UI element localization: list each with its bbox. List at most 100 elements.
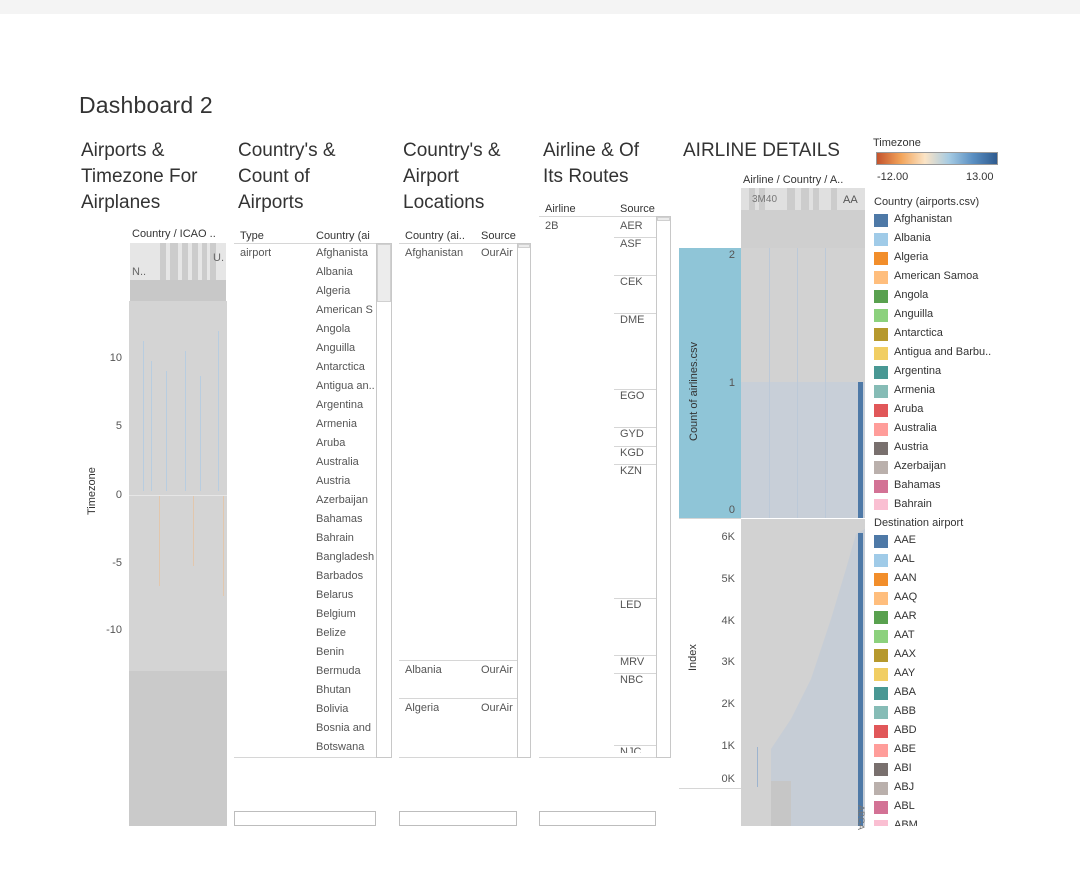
destination-legend-item[interactable]: AAY <box>874 665 1074 684</box>
p2-horizontal-scrollbar[interactable] <box>234 811 376 826</box>
country-legend-item[interactable]: Algeria <box>874 249 1074 268</box>
destination-legend-label: ABA <box>894 686 917 698</box>
destination-legend-title: Destination airport <box>874 517 964 529</box>
p4-source-item: KZN <box>620 465 642 477</box>
destination-legend-item[interactable]: ABD <box>874 722 1074 741</box>
p3-scroll-thumb[interactable] <box>518 244 530 248</box>
p3-horizontal-scrollbar[interactable] <box>399 811 517 826</box>
p2-country-item: Botswana <box>316 741 365 753</box>
panel-title-airports-timezone: Airports & Timezone For Airplanes <box>81 140 198 213</box>
p5-upper-ytick-2: 2 <box>728 249 735 261</box>
p1-ytick-5: 5 <box>115 420 122 432</box>
destination-legend-item[interactable]: ABA <box>874 684 1074 703</box>
destination-legend-item[interactable]: AAQ <box>874 589 1074 608</box>
country-legend-item[interactable]: Armenia <box>874 382 1074 401</box>
country-legend-swatch <box>874 252 888 265</box>
destination-legend-item[interactable]: ABL <box>874 798 1074 817</box>
p2-country-item: Bahrain <box>316 532 354 544</box>
destination-legend-swatch <box>874 592 888 605</box>
country-legend-label: Afghanistan <box>894 213 953 225</box>
p3-row-country-1: Albania <box>405 664 442 676</box>
destination-legend-item[interactable]: AAT <box>874 627 1074 646</box>
p4-horizontal-scrollbar[interactable] <box>539 811 656 826</box>
p2-bottom-divider <box>234 757 376 758</box>
p4-vertical-scrollbar[interactable] <box>656 216 671 758</box>
p2-country-item: Bahamas <box>316 513 363 525</box>
p2-country-item: Albania <box>316 266 353 278</box>
country-legend-item[interactable]: Azerbaijan <box>874 458 1074 477</box>
destination-legend-swatch <box>874 573 888 586</box>
p1-timezone-chart[interactable] <box>129 301 227 826</box>
country-legend-item[interactable]: Albania <box>874 230 1074 249</box>
p3-col-country: Country (ai.. <box>405 230 465 242</box>
p5-top-label-1: AA <box>843 194 858 206</box>
p2-country-item: Algeria <box>316 285 351 297</box>
p2-country-item: Aruba <box>316 437 346 449</box>
country-legend-item[interactable]: Anguilla <box>874 306 1074 325</box>
p3-col-source: Source <box>481 230 516 242</box>
country-legend-item[interactable]: Bahamas <box>874 477 1074 496</box>
p2-country-item: Australia <box>316 456 359 468</box>
country-legend-item[interactable]: Austria <box>874 439 1074 458</box>
destination-legend-item[interactable]: ABE <box>874 741 1074 760</box>
country-legend-item[interactable]: Aruba <box>874 401 1074 420</box>
country-legend-label: Bahamas <box>894 479 941 491</box>
p4-source-list: AER ASF CEK DME EGO GYD KGD KZN LED MRV NBC NJC <box>614 216 656 758</box>
p5-count-chart[interactable] <box>741 248 865 518</box>
p1-row-label-n: N.. <box>132 266 147 278</box>
top-toolbar <box>0 0 1080 14</box>
p1-ytick-0: 0 <box>115 489 122 501</box>
panel-title-airline-routes: Airline & Of Its Routes <box>543 140 640 187</box>
p4-source-item: GYD <box>620 428 644 440</box>
country-legend-label: Algeria <box>894 251 929 263</box>
country-legend-item[interactable]: Bahrain <box>874 496 1074 510</box>
country-legend-item[interactable]: Antarctica <box>874 325 1074 344</box>
country-legend-item[interactable]: American Samoa <box>874 268 1074 287</box>
p3-row-source-1: OurAir <box>481 664 513 676</box>
p2-country-item: Bangladesh <box>316 551 375 563</box>
country-legend-item[interactable]: Angola <box>874 287 1074 306</box>
p2-country-item: Armenia <box>316 418 357 430</box>
destination-legend-swatch <box>874 630 888 643</box>
destination-legend-item[interactable]: AAN <box>874 570 1074 589</box>
country-legend-item[interactable]: Australia <box>874 420 1074 439</box>
country-legend-item[interactable]: Antigua and Barbu.. <box>874 344 1074 363</box>
p3-vertical-scrollbar[interactable] <box>517 243 531 758</box>
country-legend-item[interactable]: Afghanistan <box>874 211 1074 230</box>
p2-vertical-scrollbar[interactable] <box>376 243 392 758</box>
panel-title-airline-details: AIRLINE DETAILS <box>683 140 840 161</box>
p2-country-item: Antarctica <box>316 361 365 373</box>
destination-legend-item[interactable]: ABB <box>874 703 1074 722</box>
destination-legend-swatch <box>874 668 888 681</box>
p5-lower-y-label: Index <box>687 644 699 671</box>
destination-legend-item[interactable]: ABM <box>874 817 1074 826</box>
country-legend-label: Austria <box>894 441 929 453</box>
country-legend-swatch <box>874 385 888 398</box>
country-legend-swatch <box>874 480 888 493</box>
p2-scroll-thumb[interactable] <box>377 244 391 302</box>
country-legend-swatch <box>874 271 888 284</box>
p3-bottom-divider <box>399 757 517 758</box>
destination-legend-label: ABJ <box>894 781 915 793</box>
p4-source-item: KGD <box>620 447 644 459</box>
destination-legend-item[interactable]: AAX <box>874 646 1074 665</box>
p5-zero-line <box>679 788 741 789</box>
country-legend-item[interactable]: Argentina <box>874 363 1074 382</box>
p5-index-chart[interactable] <box>741 519 865 826</box>
p5-chart-divider <box>679 518 741 519</box>
destination-legend-swatch <box>874 820 888 826</box>
country-legend-swatch <box>874 366 888 379</box>
p4-source-item: NBC <box>620 674 644 686</box>
p4-airline-value: 2B <box>545 220 559 232</box>
country-legend-label: Argentina <box>894 365 942 377</box>
p4-scroll-thumb[interactable] <box>657 217 670 221</box>
p2-country-item: Austria <box>316 475 351 487</box>
destination-legend-item[interactable]: ABI <box>874 760 1074 779</box>
destination-legend-swatch <box>874 535 888 548</box>
destination-legend-item[interactable]: AAE <box>874 532 1074 551</box>
destination-legend-item[interactable]: AAR <box>874 608 1074 627</box>
p2-country-item: Azerbaijan <box>316 494 368 506</box>
destination-legend-item[interactable]: AAL <box>874 551 1074 570</box>
destination-legend-item[interactable]: ABJ <box>874 779 1074 798</box>
p2-country-item: American S <box>316 304 373 316</box>
